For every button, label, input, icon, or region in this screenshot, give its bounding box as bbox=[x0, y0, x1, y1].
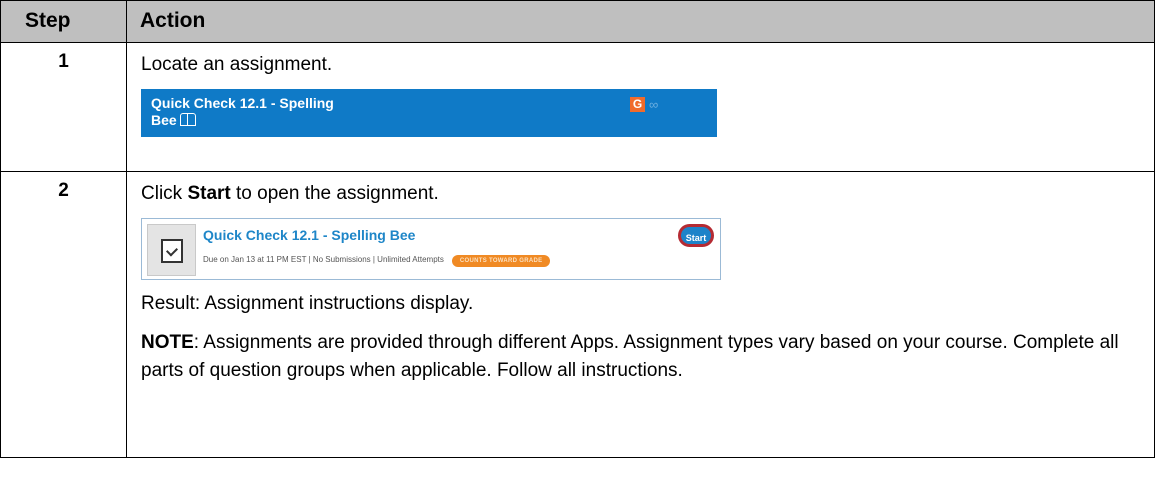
steps-table: Step Action 1 Locate an assignment. Quic… bbox=[0, 0, 1155, 458]
note-body: : Assignments are provided through diffe… bbox=[141, 332, 1119, 381]
action-column-header: Action bbox=[126, 0, 1155, 43]
step-column-header: Step bbox=[0, 0, 127, 43]
document-check-icon bbox=[161, 239, 183, 263]
instruction-text: Locate an assignment. bbox=[141, 54, 333, 75]
action-cell: Locate an assignment. Quick Check 12.1 -… bbox=[126, 42, 1155, 172]
assignment-meta: Due on Jan 13 at 11 PM EST | No Submissi… bbox=[203, 255, 551, 267]
assignment-title-line1: Quick Check 12.1 - Spelling bbox=[151, 95, 334, 111]
instruction-bold: Start bbox=[187, 183, 231, 204]
start-button[interactable]: Start bbox=[678, 224, 714, 247]
link-icon: ∞ bbox=[649, 97, 659, 112]
assignment-meta-text: Due on Jan 13 at 11 PM EST | No Submissi… bbox=[203, 255, 444, 264]
note-text: NOTE: Assignments are provided through d… bbox=[141, 329, 1154, 385]
counts-toward-grade-badge: COUNTS TOWARD GRADE bbox=[451, 255, 551, 267]
step-number: 1 bbox=[0, 42, 127, 172]
document-thumbnail bbox=[147, 224, 196, 276]
result-text: Result: Assignment instructions display. bbox=[141, 293, 474, 314]
note-label: NOTE bbox=[141, 332, 194, 353]
table-row: 2 Click Start to open the assignment. Qu… bbox=[0, 171, 1155, 458]
assignment-title: Quick Check 12.1 - Spelling Bee bbox=[203, 227, 416, 243]
assignment-title-line2-text: Bee bbox=[151, 112, 177, 128]
instruction-suffix: to open the assignment. bbox=[230, 183, 439, 204]
grade-icon: G bbox=[630, 97, 645, 112]
step-number: 2 bbox=[0, 171, 127, 458]
book-icon bbox=[179, 113, 196, 126]
table-header-row: Step Action bbox=[0, 0, 1155, 43]
assignment-card-screenshot: Quick Check 12.1 - Spelling Bee Due on J… bbox=[141, 218, 721, 280]
assignment-list-screenshot: Quick Check 12.1 - Spelling Bee G ∞ bbox=[141, 89, 717, 137]
instruction-prefix: Click bbox=[141, 183, 188, 204]
table-row: 1 Locate an assignment. Quick Check 12.1… bbox=[0, 42, 1155, 172]
assignment-title-line2: Bee bbox=[151, 112, 196, 129]
action-cell: Click Start to open the assignment. Quic… bbox=[126, 171, 1155, 458]
instruction-text: Click Start to open the assignment. bbox=[141, 180, 1154, 208]
